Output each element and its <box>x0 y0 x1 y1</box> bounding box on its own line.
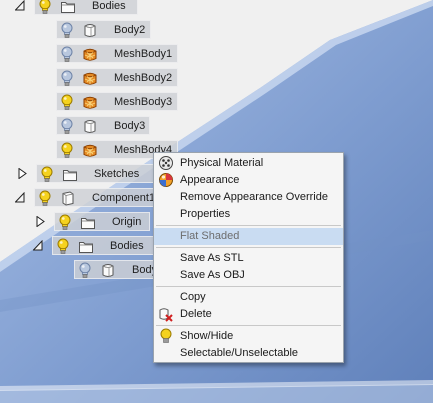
menu-item-delete[interactable]: Delete <box>154 306 343 323</box>
menu-item-label: Save As OBJ <box>180 269 245 281</box>
tree-row[interactable]: Body3 <box>0 116 433 135</box>
menu-item-selectable-unselectable[interactable]: Selectable/Unselectable <box>154 345 343 362</box>
tree-node-label: MeshBody3 <box>114 96 173 108</box>
menu-item-label: Selectable/Unselectable <box>180 347 299 359</box>
tree-node[interactable]: Sketches <box>36 164 154 183</box>
lightbulb-off-icon[interactable] <box>78 262 92 279</box>
delete-icon <box>158 306 174 322</box>
tree-row[interactable]: Body2 <box>0 20 433 39</box>
folder-icon <box>62 166 78 183</box>
lightbulb-off-icon[interactable] <box>60 70 74 87</box>
tree-node[interactable]: MeshBody3 <box>56 92 178 111</box>
tree-node[interactable]: MeshBody2 <box>56 68 178 87</box>
menu-item-label: Physical Material <box>180 157 264 169</box>
tree-node[interactable]: MeshBody1 <box>56 44 178 63</box>
folder-icon <box>78 238 94 255</box>
lightbulb-on-icon[interactable] <box>38 190 52 207</box>
tree-node[interactable]: Body1 <box>74 260 164 279</box>
tree-node[interactable]: Bodies <box>52 236 154 255</box>
tree-node[interactable]: Bodies <box>34 0 138 15</box>
menu-item-flat-shaded[interactable]: Flat Shaded <box>154 228 343 245</box>
menu-item-label: Delete <box>180 308 212 320</box>
expand-triangle-icon[interactable] <box>17 168 27 179</box>
tree-row[interactable]: Bodies <box>0 0 433 15</box>
menu-item-label: Flat Shaded <box>180 230 240 242</box>
tree-node-label: Origin <box>112 216 142 228</box>
tree-row[interactable]: MeshBody3 <box>0 92 433 111</box>
menu-separator <box>156 325 341 326</box>
body-icon <box>82 118 98 135</box>
lightbulb-on-icon[interactable] <box>40 166 54 183</box>
lightbulb-on-icon[interactable] <box>58 214 72 231</box>
menu-item-label: Remove Appearance Override <box>180 191 328 203</box>
menu-separator <box>156 286 341 287</box>
tree-node-label: Body2 <box>114 24 146 36</box>
tree-node-label: Component1 <box>92 192 155 204</box>
menu-separator <box>156 247 341 248</box>
menu-item-appearance[interactable]: Appearance <box>154 172 343 189</box>
menu-item-copy[interactable]: Copy <box>154 289 343 306</box>
tree-node-label: Bodies <box>92 0 126 12</box>
lightbulb-off-icon[interactable] <box>60 46 74 63</box>
lightbulb-icon <box>158 328 174 344</box>
tree-node-label: Body3 <box>114 120 146 132</box>
menu-item-label: Save As STL <box>180 252 244 264</box>
tree-node-label: MeshBody2 <box>114 72 173 84</box>
collapse-triangle-icon[interactable] <box>33 240 43 251</box>
menu-item-save-as-stl[interactable]: Save As STL <box>154 250 343 267</box>
tree-node-label: MeshBody1 <box>114 48 173 60</box>
tree-node[interactable]: Component1 <box>34 188 158 207</box>
folder-icon <box>60 0 76 15</box>
menu-separator <box>156 225 341 226</box>
tree-row[interactable]: MeshBody1 <box>0 44 433 63</box>
menu-item-label: Copy <box>180 291 206 303</box>
body-icon <box>82 22 98 39</box>
lightbulb-on-icon[interactable] <box>60 94 74 111</box>
tree-node-label: Sketches <box>94 168 140 180</box>
mesh-icon <box>82 46 98 63</box>
tree-node[interactable]: Origin <box>54 212 150 231</box>
menu-item-properties[interactable]: Properties <box>154 206 343 223</box>
component-icon <box>60 190 76 207</box>
menu-item-remove-appearance-override[interactable]: Remove Appearance Override <box>154 189 343 206</box>
menu-item-label: Properties <box>180 208 231 220</box>
appearance-icon <box>158 172 174 188</box>
collapse-triangle-icon[interactable] <box>15 0 25 11</box>
lightbulb-on-icon[interactable] <box>56 238 70 255</box>
mesh-icon <box>82 70 98 87</box>
lightbulb-off-icon[interactable] <box>60 22 74 39</box>
menu-item-physical-material[interactable]: Physical Material <box>154 155 343 172</box>
physical-material-icon <box>158 155 174 171</box>
expand-triangle-icon[interactable] <box>35 216 45 227</box>
menu-item-label: Appearance <box>180 174 240 186</box>
tree-row[interactable]: MeshBody2 <box>0 68 433 87</box>
context-menu: Physical Material Appearance Remove Appea… <box>153 152 344 363</box>
collapse-triangle-icon[interactable] <box>15 192 25 203</box>
folder-icon <box>80 214 96 231</box>
tree-node[interactable]: Body2 <box>56 20 151 39</box>
menu-item-label: Show/Hide <box>180 330 234 342</box>
lightbulb-on-icon[interactable] <box>60 142 74 159</box>
tree-node[interactable]: Body3 <box>56 116 150 135</box>
lightbulb-on-icon[interactable] <box>38 0 52 15</box>
body-icon <box>100 262 116 279</box>
lightbulb-off-icon[interactable] <box>60 118 74 135</box>
mesh-icon <box>82 142 98 159</box>
tree-node-label: Bodies <box>110 240 144 252</box>
menu-item-save-as-obj[interactable]: Save As OBJ <box>154 267 343 284</box>
mesh-icon <box>82 94 98 111</box>
menu-item-show-hide[interactable]: Show/Hide <box>154 328 343 345</box>
